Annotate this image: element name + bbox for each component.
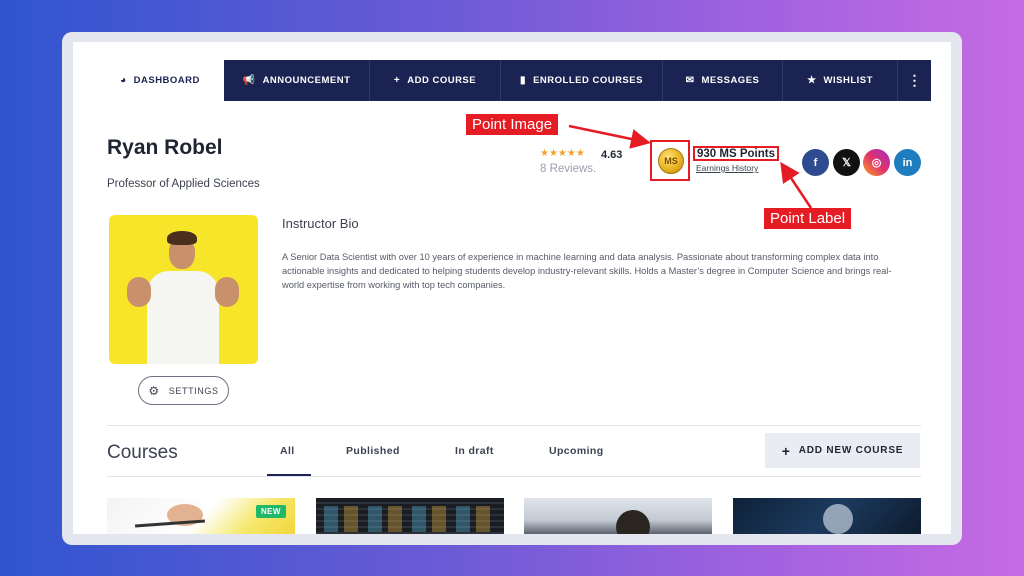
- settings-label: SETTINGS: [168, 385, 219, 396]
- main-nav: ◕ DASHBOARD 📢 ANNOUNCEMENT + ADD COURSE …: [96, 60, 931, 101]
- nav-enrolled-courses-label: ENROLLED COURSES: [533, 75, 643, 86]
- reviews-count: 8 Reviews.: [540, 163, 597, 175]
- nav-dashboard-label: DASHBOARD: [133, 75, 200, 86]
- book-icon: ▮: [520, 74, 527, 86]
- facebook-icon[interactable]: f: [802, 149, 829, 176]
- dashboard-icon: ◕: [120, 74, 127, 86]
- settings-button[interactable]: ⚙ SETTINGS: [138, 376, 229, 405]
- arrow-to-point-image: [568, 124, 651, 149]
- instagram-icon[interactable]: ◎: [863, 149, 890, 176]
- new-badge: NEW: [256, 505, 286, 518]
- card-image-person: [616, 510, 650, 534]
- browser-frame: ◕ DASHBOARD 📢 ANNOUNCEMENT + ADD COURSE …: [62, 32, 962, 545]
- rating-stars-icon: ★★★★★: [540, 148, 585, 159]
- linkedin-icon[interactable]: in: [894, 149, 921, 176]
- courses-heading: Courses: [107, 442, 178, 463]
- nav-wishlist[interactable]: ★ WISHLIST: [783, 60, 897, 101]
- envelope-icon: ✉: [685, 74, 695, 86]
- course-card[interactable]: [524, 498, 712, 534]
- points-label: 930 MS Points: [697, 148, 775, 160]
- tab-published[interactable]: Published: [346, 445, 400, 457]
- point-image-highlight: MS: [650, 140, 690, 181]
- nav-announcement-label: ANNOUNCEMENT: [262, 75, 351, 86]
- nav-dashboard[interactable]: ◕ DASHBOARD: [96, 60, 224, 101]
- vertical-dots-icon[interactable]: ⋮: [897, 60, 931, 101]
- tab-in-draft[interactable]: In draft: [455, 445, 494, 457]
- bio-heading: Instructor Bio: [282, 216, 359, 231]
- card-image-code: [324, 506, 494, 532]
- photo-person-body: [147, 271, 219, 364]
- nav-messages[interactable]: ✉ MESSAGES: [663, 60, 783, 101]
- section-divider: [107, 425, 921, 426]
- nav-messages-label: MESSAGES: [701, 75, 760, 86]
- add-new-course-label: ADD NEW COURSE: [798, 445, 904, 456]
- course-card[interactable]: NEW: [107, 498, 295, 534]
- gear-icon: ⚙: [148, 383, 160, 398]
- photo-thumb-left: [127, 277, 151, 307]
- star-icon: ★: [807, 74, 817, 86]
- nav-add-course-label: ADD COURSE: [407, 75, 477, 86]
- course-card[interactable]: [316, 498, 504, 534]
- dashboard-page: ◕ DASHBOARD 📢 ANNOUNCEMENT + ADD COURSE …: [73, 42, 951, 534]
- nav-enrolled-courses[interactable]: ▮ ENROLLED COURSES: [501, 60, 663, 101]
- instructor-title: Professor of Applied Sciences: [107, 178, 260, 190]
- plus-icon: +: [393, 74, 401, 86]
- tab-all[interactable]: All: [280, 445, 295, 457]
- earnings-history-link[interactable]: Earnings History: [696, 163, 758, 173]
- megaphone-icon: 📢: [242, 74, 256, 86]
- bio-text: A Senior Data Scientist with over 10 yea…: [282, 252, 892, 290]
- plus-icon: +: [781, 442, 791, 459]
- point-label-highlight: 930 MS Points: [693, 146, 779, 161]
- instructor-photo: [109, 215, 258, 364]
- nav-announcement[interactable]: 📢 ANNOUNCEMENT: [224, 60, 370, 101]
- instructor-name: Ryan Robel: [107, 136, 223, 159]
- rating-value: 4.63: [601, 149, 623, 161]
- course-card[interactable]: [733, 498, 921, 534]
- point-label-callout: Point Label: [764, 208, 852, 229]
- x-twitter-icon[interactable]: 𝕏: [833, 149, 860, 176]
- point-image-callout: Point Image: [466, 114, 559, 135]
- tab-upcoming[interactable]: Upcoming: [549, 445, 604, 457]
- nav-add-course[interactable]: + ADD COURSE: [370, 60, 501, 101]
- ms-coin-icon: MS: [658, 148, 684, 174]
- photo-person-hair: [167, 231, 197, 245]
- add-new-course-button[interactable]: + ADD NEW COURSE: [765, 433, 920, 468]
- card-image-robot: [823, 504, 853, 534]
- tabs-divider: [107, 476, 921, 477]
- photo-thumb-right: [215, 277, 239, 307]
- nav-wishlist-label: WISHLIST: [823, 75, 873, 86]
